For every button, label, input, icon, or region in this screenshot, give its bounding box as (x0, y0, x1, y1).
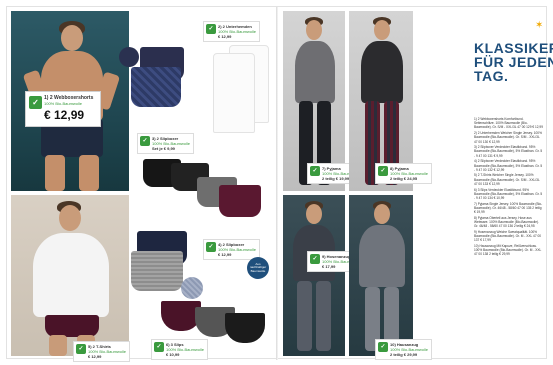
slipboxer-price-tag-2: ✓ 4) 2 Slipboxer 100% Bio-Baumwolle € 12… (203, 239, 261, 260)
pyjama2-tag-price: 2 teilig € 24,95 (390, 176, 418, 181)
product-description-column: 1) 2 Webboxershorts Komfortbund. Seitens… (474, 117, 544, 357)
brand-star-icon: ✶ (535, 20, 544, 31)
slipboxer-tag1-price: Set je € 9,99 (152, 146, 175, 151)
slipboxer-bordeaux (219, 185, 261, 217)
copy-block: 1) 2 Webboxershorts Komfortbund. Seitens… (474, 117, 543, 130)
hero-tag-price: € 12,99 (44, 108, 85, 122)
eco-leaf-icon: ✓ (310, 166, 320, 176)
tshirt-photo (11, 195, 129, 356)
eco-leaf-icon: ✓ (310, 254, 320, 264)
page-headline: KLASSIKER FÜR JEDEN TAG. (474, 41, 553, 83)
fabric-swatch-grey (181, 277, 203, 299)
copy-block: 3) 2 Slipboxer Verdeckter Elastikbund. 9… (474, 145, 543, 158)
left-page: ✓ 1) 2 Webboxershorts 100% Bio-Baumwolle… (7, 7, 277, 362)
copy-block: 4) 2 Slipboxer Verdeckter Elastikbund. 9… (474, 159, 543, 172)
leisure-photo-2 (349, 195, 413, 356)
slipboxer-price-tag-1: ✓ 3) 2 Slipboxer 100% Bio-Baumwolle Set … (137, 133, 195, 154)
pyjama-price-tag-2: ✓ 8) Pyjama 100% Bio-Baumwolle 2 teilig … (375, 163, 433, 184)
slipboxer-grey-check (131, 251, 183, 291)
eco-leaf-icon: ✓ (206, 242, 216, 252)
fabric-swatch-navy (119, 47, 139, 67)
eco-leaf-icon: ✓ (378, 342, 388, 352)
copy-block: 5) 2 T-Shirts Weicher Single Jersey. 100… (474, 173, 540, 186)
badge-text: Aus nachhaltiger Baumwolle (249, 261, 267, 273)
slip-price-tag: ✓ 6) 3 Slips 100% Bio-Baumwolle € 10,99 (151, 339, 209, 360)
eco-leaf-icon: ✓ (206, 24, 216, 34)
tshirt-tag-price: € 12,99 (88, 354, 102, 359)
eco-leaf-icon: ✓ (29, 96, 42, 109)
copy-block: 2) 2 Unterhemden Weicher Single Jersey. … (474, 131, 542, 144)
headline-line-2: FÜR JEDEN (474, 54, 553, 70)
tshirt-price-tag: ✓ 5) 2 T-Shirts 100% Bio-Baumwolle € 12,… (73, 341, 131, 362)
leisure2-tag-price: 2 teilig € 29,99 (390, 352, 418, 357)
hero-price-tag: ✓ 1) 2 Webboxershorts 100% Bio-Baumwolle… (25, 91, 101, 127)
leisure-price-tag-2: ✓ 10) Hausanzug 100% Bio-Baumwolle 2 tei… (375, 339, 433, 360)
undershirts-tag-price: € 12,99 (218, 34, 232, 39)
right-page: ✓ 7) Pyjama 100% Bio-Baumwolle 2 teilig … (277, 7, 553, 360)
copy-block: 9) Hosenanzug Weiche Sweatqualität. 100%… (474, 229, 542, 243)
headline-line-1: KLASSIKER (474, 40, 553, 56)
catalog-spread: ✓ 1) 2 Webboxershorts 100% Bio-Baumwolle… (6, 6, 553, 362)
slip-black (225, 313, 265, 343)
eco-leaf-icon: ✓ (76, 344, 86, 354)
leisure-photo-1 (283, 195, 345, 356)
hero-tag-eco-label: 100% Bio-Baumwolle (44, 101, 83, 106)
eco-leaf-icon: ✓ (378, 166, 388, 176)
slip-tag-price: € 10,99 (166, 352, 180, 357)
copy-block: 6) 3 Slips Verdeckter Elastikbund. 95% B… (474, 187, 543, 200)
undershirt-white-front (213, 53, 255, 133)
eco-leaf-icon: ✓ (140, 136, 150, 146)
copy-block: 7) Pyjama Single Jersey. 100% Baumwolle … (474, 201, 543, 215)
headline-line-3: TAG. (474, 68, 509, 84)
sustainable-cotton-badge: Aus nachhaltiger Baumwolle (247, 257, 269, 279)
undershirts-price-tag: ✓ 2) 2 Unterhemden 100% Bio-Baumwolle € … (203, 21, 261, 42)
copy-block: 8) Pyjama Oberteil aus Jersey, Hose aus … (474, 215, 539, 229)
copy-block: 10) Hausanzug Mit Kapuze, Reißverschluss… (474, 243, 542, 257)
eco-leaf-icon: ✓ (154, 342, 164, 352)
slipboxer-tag2-price: € 12,99 (218, 252, 232, 257)
woven-boxer-check (131, 67, 181, 107)
